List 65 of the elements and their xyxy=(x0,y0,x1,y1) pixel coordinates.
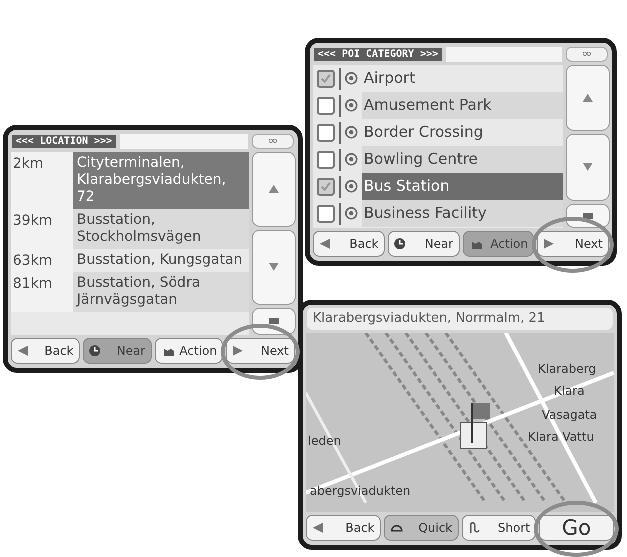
toolbar-button[interactable]: Near xyxy=(388,231,460,257)
checkbox[interactable] xyxy=(317,204,335,222)
checkbox[interactable] xyxy=(317,96,335,114)
right-arrow-icon xyxy=(543,238,556,250)
down-arrow-icon xyxy=(582,161,594,174)
scroll-down-button[interactable] xyxy=(252,230,296,305)
screen-title: <<< LOCATION >>> xyxy=(12,134,116,148)
toolbar-button[interactable]: Action xyxy=(154,338,224,364)
category-icon xyxy=(345,207,358,220)
scroll-up-button[interactable] xyxy=(252,152,296,227)
toolbar-button[interactable]: Quick xyxy=(384,515,458,541)
distance-text: 63km xyxy=(11,249,73,272)
checkbox[interactable] xyxy=(317,178,335,196)
street-label: Klaraberg xyxy=(538,362,596,376)
street-label: leden xyxy=(308,434,342,448)
category-icon xyxy=(345,72,358,85)
toolbar-button[interactable]: Back xyxy=(306,515,381,541)
scroll-up-button[interactable] xyxy=(566,65,610,132)
clock-icon xyxy=(88,345,101,357)
toolbar-button[interactable]: Next xyxy=(537,231,609,257)
checkmark-icon xyxy=(320,72,332,84)
up-arrow-icon xyxy=(582,92,594,104)
view-toggle-button[interactable] xyxy=(252,134,294,148)
up-arrow-icon xyxy=(268,183,280,196)
distance-text: 2km xyxy=(11,152,73,209)
left-arrow-icon xyxy=(319,238,331,250)
category-item[interactable]: Bus Station xyxy=(362,173,563,200)
scroll-down-button[interactable] xyxy=(566,134,610,200)
location-result[interactable]: Busstation, Södra Järnvägsgatan xyxy=(73,272,249,312)
street-label: Klara Vattu xyxy=(528,430,594,444)
go-button[interactable]: Go xyxy=(539,515,614,541)
location-result[interactable]: Cityterminalen, Klarabergsviadukten, 72 xyxy=(73,152,249,209)
category-item[interactable]: Bowling Centre xyxy=(362,146,563,173)
toolbar-button[interactable]: Short xyxy=(462,515,536,541)
destination-flag-icon xyxy=(460,403,490,450)
category-icon xyxy=(345,180,358,193)
address-text: Klarabergsviadukten, Norrmalm, 21 xyxy=(307,308,613,330)
location-result[interactable]: Busstation, Stockholmsvägen xyxy=(73,209,249,249)
left-arrow-icon xyxy=(312,522,324,534)
street-label: Vasagata xyxy=(542,408,598,422)
category-item[interactable]: Amusement Park xyxy=(362,92,563,119)
toolbar-button[interactable]: Next xyxy=(226,338,295,364)
checkbox[interactable] xyxy=(317,70,335,88)
glasses-icon xyxy=(267,137,279,145)
distance-text: 81km xyxy=(11,272,73,312)
category-icon xyxy=(345,126,358,139)
checkmark-icon xyxy=(320,180,332,192)
screen-title: <<< POI CATEGORY >>> xyxy=(314,48,442,60)
right-arrow-icon xyxy=(232,345,244,357)
toolbar-button[interactable]: Back xyxy=(313,231,385,257)
distance-text: 39km xyxy=(11,209,73,249)
category-icon xyxy=(345,153,358,166)
down-arrow-icon xyxy=(268,261,280,274)
glasses-icon xyxy=(581,50,593,58)
toolbar-button[interactable]: Back xyxy=(11,338,80,364)
left-arrow-icon xyxy=(17,345,29,357)
category-icon xyxy=(345,99,358,112)
street-label: Klara xyxy=(554,384,585,398)
category-item[interactable]: Business Facility xyxy=(362,200,563,227)
street-label: abergsviadukten xyxy=(310,484,411,498)
view-toggle-button[interactable] xyxy=(566,46,608,62)
route-icon xyxy=(468,522,480,534)
checkbox[interactable] xyxy=(317,124,335,142)
clock-icon xyxy=(394,238,406,250)
checkbox[interactable] xyxy=(317,150,335,168)
